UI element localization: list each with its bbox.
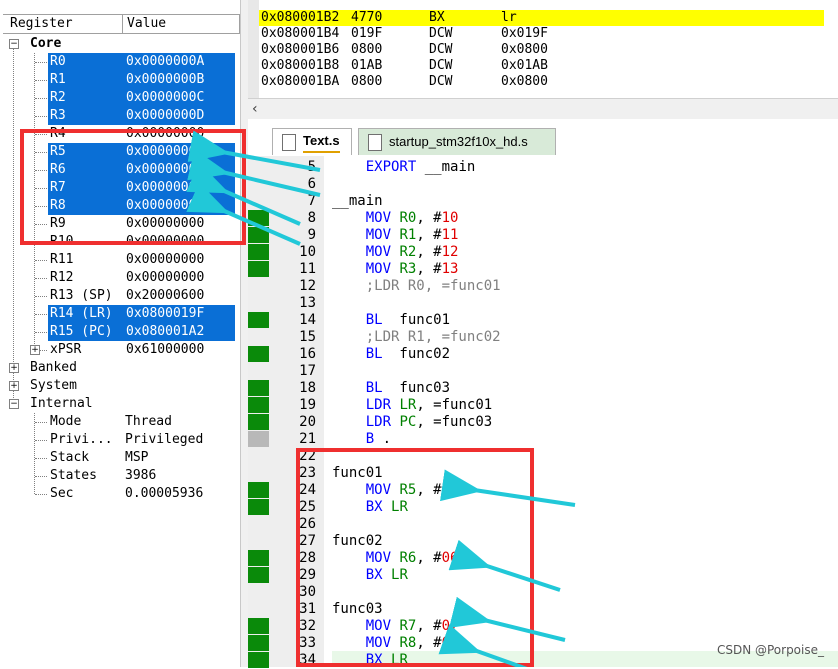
arrow-r5 — [187, 130, 321, 172]
arrow-line28 — [448, 539, 561, 592]
arrow-line33 — [438, 624, 528, 667]
arrow-r8 — [186, 182, 301, 246]
arrow-line24 — [439, 469, 576, 507]
arrow-r6 — [187, 149, 321, 197]
arrow-r7 — [186, 162, 301, 226]
watermark: CSDN @Porpoise_ — [716, 643, 824, 657]
annotation-arrows — [186, 130, 576, 667]
arrow-line32 — [449, 596, 566, 642]
